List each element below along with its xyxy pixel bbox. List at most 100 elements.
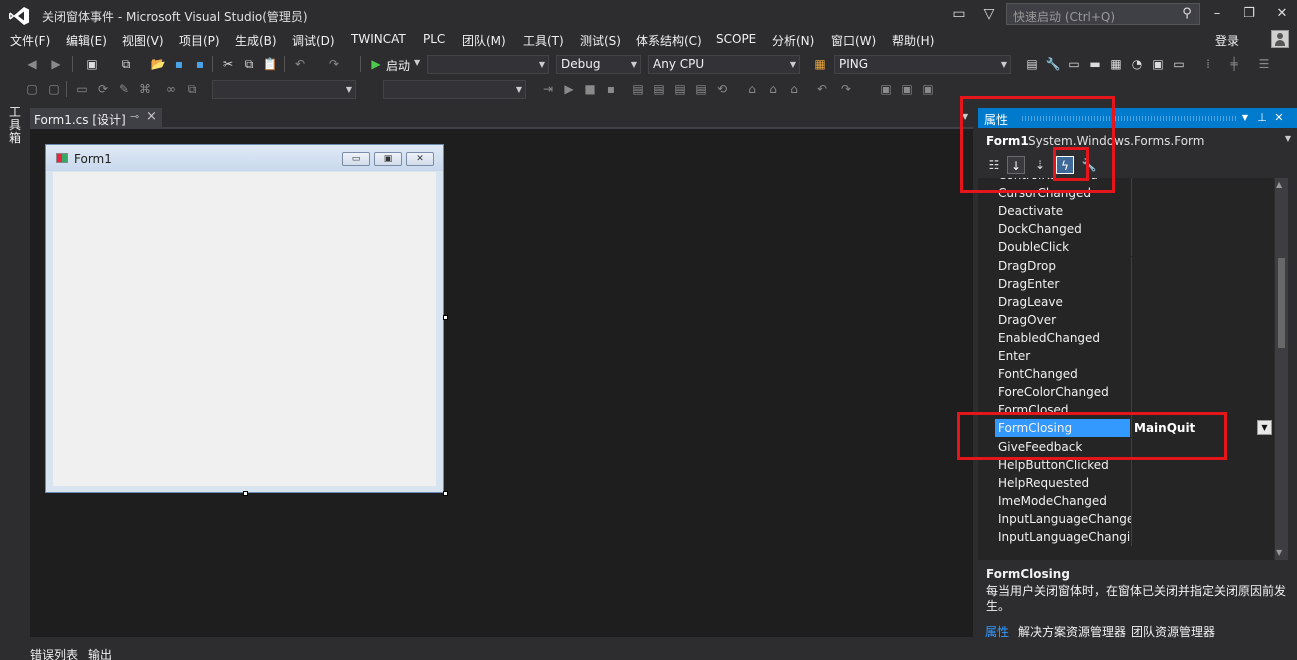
toolbar2-play-icon[interactable]: ▶ (561, 81, 577, 97)
handler-dropdown-arrow-icon[interactable]: ▼ (1257, 420, 1272, 436)
menu-help[interactable]: 帮助(H) (892, 32, 934, 49)
user-avatar-icon[interactable] (1271, 30, 1289, 48)
debug-target-combo[interactable]: ▼ (427, 55, 549, 74)
tab-team-explorer[interactable]: 团队资源管理器 (1131, 623, 1215, 640)
event-row[interactable]: DragOver (978, 310, 1274, 329)
panel-pin-icon[interactable]: ⊥ (1255, 110, 1269, 126)
tab-output[interactable]: 输出 (88, 646, 112, 660)
feedback-icon[interactable]: ▭ (950, 5, 968, 23)
menu-file[interactable]: 文件(F) (10, 32, 50, 49)
menu-debug[interactable]: 调试(D) (292, 32, 335, 49)
toolbar2-w-icon[interactable]: ▣ (920, 81, 936, 97)
toolbar2-t-icon[interactable]: ↷ (838, 81, 854, 97)
tab-error-list[interactable]: 错误列表 (30, 646, 78, 660)
toolbar2-r-icon[interactable]: ⌂ (786, 81, 802, 97)
event-row[interactable]: DragEnter (978, 274, 1274, 293)
event-row[interactable]: DockChanged (978, 220, 1274, 239)
wrench-icon[interactable]: 🔧 (1045, 56, 1061, 72)
event-row[interactable]: HelpRequested (978, 473, 1274, 492)
window-icon[interactable]: ▭ (1171, 56, 1187, 72)
toolbar2-s-icon[interactable]: ↶ (814, 81, 830, 97)
toolbar2-combo-b[interactable]: ▼ (383, 80, 526, 99)
menu-architecture[interactable]: 体系结构(C) (636, 32, 702, 49)
events-grid-scrollbar[interactable]: ▲ ▼ (1275, 178, 1288, 560)
toolbar2-j-icon[interactable]: ▪ (603, 81, 619, 97)
menu-edit[interactable]: 编辑(E) (66, 32, 107, 49)
start-dropdown-arrow-icon[interactable]: ▼ (414, 58, 420, 67)
quick-launch-input[interactable]: 快速启动 (Ctrl+Q) ⚲ (1006, 3, 1200, 25)
event-row[interactable]: DragDrop (978, 256, 1274, 275)
event-row[interactable]: FontChanged (978, 365, 1274, 384)
toolbar2-b-icon[interactable]: ▢ (46, 81, 62, 97)
menu-analyze[interactable]: 分析(N) (772, 32, 814, 49)
toolbar2-combo-a[interactable]: ▼ (212, 80, 356, 99)
event-row[interactable]: EnabledChanged (978, 328, 1274, 347)
undo-icon[interactable]: ↶ (292, 56, 308, 72)
toolbar2-m-icon[interactable]: ▤ (672, 81, 688, 97)
minimize-button[interactable]: – (1205, 4, 1229, 24)
event-row[interactable]: ForeColorChanged (978, 383, 1274, 402)
menu-view[interactable]: 视图(V) (122, 32, 164, 49)
add-item-icon[interactable]: ⧉ (118, 56, 134, 72)
scrollbar-thumb[interactable] (1278, 258, 1285, 348)
toolbar2-c-icon[interactable]: ▭ (74, 81, 90, 97)
solution-configuration-combo[interactable]: Debug ▼ (556, 55, 641, 74)
toolbar2-v-icon[interactable]: ▣ (899, 81, 915, 97)
menu-tools[interactable]: 工具(T) (523, 32, 564, 49)
panel-close-icon[interactable]: ✕ (1272, 110, 1286, 126)
activate-config-icon[interactable]: ▤ (1024, 56, 1040, 72)
toolbar2-h-icon[interactable]: ⧉ (184, 81, 200, 97)
menu-plc[interactable]: PLC (423, 32, 445, 46)
align-icon[interactable]: ╪ (1226, 56, 1242, 72)
filter-icon[interactable]: ▽ (980, 5, 998, 23)
sign-in-link[interactable]: 登录 (1215, 32, 1239, 49)
copy-icon[interactable]: ⧉ (241, 56, 257, 72)
menu-scope[interactable]: SCOPE (716, 32, 756, 46)
panel-menu-arrow-icon[interactable]: ▼ (1238, 110, 1252, 126)
resize-handle-right[interactable] (443, 315, 448, 320)
toolbar2-l-icon[interactable]: ▤ (651, 81, 667, 97)
document-tab-form1-design[interactable]: Form1.cs [设计] ⊸ × (30, 108, 162, 128)
close-window-button[interactable]: ✕ (1270, 4, 1294, 24)
toolbox-tab[interactable]: 工具箱 (9, 106, 23, 145)
resize-handle-corner[interactable] (443, 491, 448, 496)
menu-window[interactable]: 窗口(W) (831, 32, 876, 49)
scroll-up-arrow-icon[interactable]: ▲ (1276, 180, 1282, 189)
toolbar2-d-icon[interactable]: ⟳ (95, 81, 111, 97)
chart-icon[interactable]: ◔ (1129, 56, 1145, 72)
tab-properties[interactable]: 属性 (985, 623, 1009, 640)
pin-icon[interactable]: ⊸ (130, 110, 139, 123)
toolbar2-g-icon[interactable]: ∞ (163, 81, 179, 97)
search-icon[interactable]: ⚲ (1179, 5, 1195, 23)
start-button-label[interactable]: 启动 (386, 57, 410, 74)
display-icon[interactable]: ▭ (1066, 56, 1082, 72)
redo-icon[interactable]: ↷ (326, 56, 342, 72)
toolbar2-k-icon[interactable]: ▤ (630, 81, 646, 97)
twincat-target-icon[interactable]: ▦ (812, 56, 828, 72)
toolbar2-o-icon[interactable]: ⟲ (714, 81, 730, 97)
new-project-icon[interactable]: ▣ (84, 56, 100, 72)
event-row[interactable]: DragLeave (978, 292, 1274, 311)
navigate-back-icon[interactable]: ◀ (24, 56, 40, 72)
event-row[interactable]: InputLanguageChanged (978, 509, 1274, 528)
solution-platform-combo[interactable]: Any CPU ▼ (648, 55, 800, 74)
cut-icon[interactable]: ✂ (220, 56, 236, 72)
open-file-icon[interactable]: 📂 (150, 56, 166, 72)
scroll-down-arrow-icon[interactable]: ▼ (1276, 548, 1282, 557)
save-all-icon[interactable]: ▪ (192, 56, 208, 72)
toolbox-icon[interactable]: ▬ (1087, 56, 1103, 72)
toolbar2-u-icon[interactable]: ▣ (878, 81, 894, 97)
grid-icon[interactable]: ▦ (1108, 56, 1124, 72)
close-tab-icon[interactable]: × (146, 109, 157, 124)
navigate-forward-icon[interactable]: ▶ (48, 56, 64, 72)
event-row[interactable]: DoubleClick (978, 238, 1274, 257)
event-row[interactable]: Enter (978, 347, 1274, 365)
toolbar2-p-icon[interactable]: ⌂ (744, 81, 760, 97)
form-client-area[interactable] (53, 172, 436, 486)
toolbar2-a-icon[interactable]: ▢ (24, 81, 40, 97)
toolbar2-f-icon[interactable]: ⌘ (137, 81, 153, 97)
indent-icon[interactable]: ☰ (1256, 56, 1272, 72)
event-row[interactable]: Deactivate (978, 202, 1274, 221)
toolbar2-e-icon[interactable]: ✎ (116, 81, 132, 97)
toolbar2-q-icon[interactable]: ⌂ (765, 81, 781, 97)
